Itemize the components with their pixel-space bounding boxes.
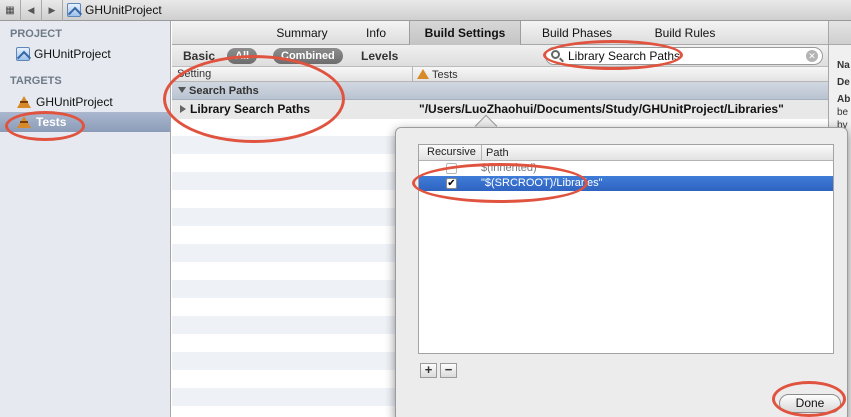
target-app-icon (16, 115, 32, 129)
divider (62, 0, 63, 21)
sidebar-item-label: GHUnitProject (36, 95, 113, 109)
tab-build-phases[interactable]: Build Phases (532, 21, 622, 45)
target-app-icon (16, 95, 32, 109)
inspector-text: Na (837, 60, 850, 71)
targets-section-title: TARGETS (10, 75, 62, 87)
editor-tab-bar: Summary Info Build Settings Build Phases… (172, 21, 828, 45)
basic-filter-button[interactable]: Basic (183, 49, 215, 63)
sidebar-item-label: GHUnitProject (34, 47, 111, 61)
group-label: Search Paths (189, 85, 259, 97)
project-navigator: PROJECT GHUnitProject TARGETS GHUnitProj… (0, 21, 171, 417)
remove-path-button[interactable]: − (440, 363, 457, 378)
column-header-target-label: Tests (432, 68, 458, 81)
setting-name: Library Search Paths (180, 100, 310, 119)
path-row-srcroot-libraries[interactable]: ✔ "$(SRCROOT)/Libraries" (419, 176, 833, 191)
grid-icon[interactable]: ▦ (0, 5, 20, 16)
project-icon (16, 47, 30, 61)
chevron-left-icon[interactable]: ◀ (21, 5, 41, 16)
done-button[interactable]: Done (779, 394, 841, 413)
path-value[interactable]: $(inherited) (481, 162, 537, 174)
chevron-right-icon[interactable]: ▶ (42, 5, 62, 16)
settings-filter-bar: Basic All Combined Levels Library Search… (172, 45, 828, 67)
tab-build-rules[interactable]: Build Rules (642, 21, 728, 45)
settings-table-header: Setting Tests (172, 67, 828, 82)
recursive-checkbox[interactable]: ✔ (446, 178, 457, 189)
add-path-button[interactable]: + (420, 363, 437, 378)
settings-group-search-paths[interactable]: Search Paths (172, 82, 828, 100)
breadcrumb-project[interactable]: GHUnitProject (67, 3, 162, 17)
disclosure-triangle-icon[interactable] (178, 87, 186, 93)
inspector-text: De (837, 77, 850, 88)
sidebar-item-project[interactable]: GHUnitProject (0, 44, 170, 64)
tab-summary[interactable]: Summary (260, 21, 344, 45)
inspector-text: be (837, 107, 849, 118)
search-paths-popover: Recursive Path $(inherited) ✔ "$(SRCROOT… (395, 127, 848, 417)
sidebar-item-target-tests[interactable]: Tests (0, 112, 170, 132)
clear-search-icon[interactable]: ✕ (806, 50, 818, 62)
column-header-target[interactable]: Tests (412, 67, 458, 82)
all-filter-button[interactable]: All (227, 48, 258, 64)
search-field[interactable]: Library Search Paths ✕ (545, 47, 823, 65)
project-section-title: PROJECT (10, 28, 62, 40)
column-header-path[interactable]: Path (481, 145, 509, 161)
tab-build-settings[interactable]: Build Settings (409, 21, 521, 45)
breadcrumb-project-label: GHUnitProject (85, 3, 162, 17)
disclosure-triangle-icon[interactable] (180, 105, 186, 113)
sidebar-item-label: Tests (36, 115, 67, 129)
path-value[interactable]: "$(SRCROOT)/Libraries" (481, 177, 603, 189)
setting-name-label: Library Search Paths (190, 102, 311, 116)
paths-table: Recursive Path $(inherited) ✔ "$(SRCROOT… (418, 144, 834, 354)
paths-table-header: Recursive Path (419, 145, 833, 161)
inspector-header (829, 21, 851, 45)
search-icon (551, 50, 560, 59)
top-navigation-bar: ▦ ◀ ▶ GHUnitProject (0, 0, 851, 21)
column-header-recursive[interactable]: Recursive (427, 146, 476, 158)
sidebar-item-target-ghunitproject[interactable]: GHUnitProject (0, 92, 170, 112)
inspector-text: Ab (837, 94, 851, 105)
tab-info[interactable]: Info (352, 21, 400, 45)
project-icon (67, 3, 81, 17)
column-header-setting[interactable]: Setting (177, 68, 211, 80)
search-input-value: Library Search Paths (568, 49, 681, 63)
combined-view-button[interactable]: Combined (273, 48, 343, 64)
setting-value[interactable]: "/Users/LuoZhaohui/Documents/Study/GHUni… (419, 100, 784, 119)
path-row-inherited[interactable]: $(inherited) (419, 161, 833, 176)
levels-view-button[interactable]: Levels (361, 49, 398, 63)
target-app-icon (417, 69, 429, 80)
recursive-checkbox[interactable] (446, 163, 457, 174)
setting-row-library-search-paths[interactable]: Library Search Paths "/Users/LuoZhaohui/… (172, 100, 828, 119)
